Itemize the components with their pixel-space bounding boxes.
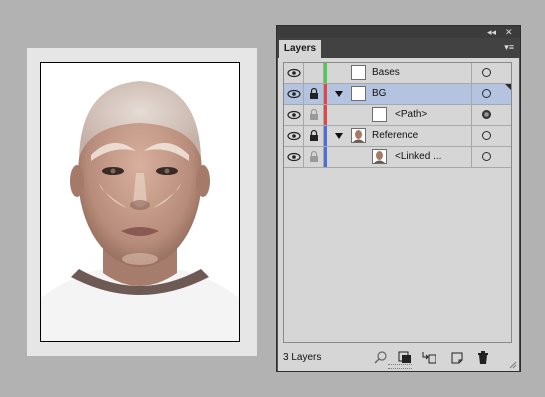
trash-icon[interactable] [476,351,490,364]
lock-icon [310,108,318,120]
target-circle-icon[interactable] [482,89,491,98]
layer-thumbnail [351,128,366,143]
target-circle-icon[interactable] [482,110,491,119]
panel-menu-icon[interactable]: ▾≡ [504,41,514,53]
close-icon[interactable]: ✕ [505,26,513,38]
layer-name[interactable]: <Linked ... [395,147,441,167]
layer-name[interactable]: <Path> [395,105,427,125]
layers-panel: ◂◂ ✕ Layers ▾≡ Bases BG <Path> Reference… [276,25,521,372]
target-column [471,105,511,125]
new-layer-icon[interactable] [450,351,464,364]
visibility-toggle[interactable] [284,105,304,125]
lock-toggle[interactable] [304,105,324,125]
visibility-toggle[interactable] [284,84,304,104]
target-circle-icon[interactable] [482,131,491,140]
layers-list: Bases BG <Path> Reference <Linked ... [283,62,512,343]
layer-count: 3 Layers [283,352,322,363]
face-thumbnail-icon [373,150,386,163]
layer-thumbnail [372,107,387,122]
layer-row-reference[interactable]: Reference [284,126,511,147]
target-column [471,147,511,167]
lock-toggle[interactable] [304,126,324,146]
artboard[interactable] [40,62,240,342]
selection-indicator-icon [505,84,511,90]
target-circle-icon[interactable] [482,152,491,161]
layer-row-linked[interactable]: <Linked ... [284,147,511,168]
layer-thumbnail [351,65,366,80]
lock-toggle[interactable] [304,147,324,167]
target-column [471,63,511,83]
face-thumbnail-icon [352,129,365,142]
tab-layers[interactable]: Layers [279,40,321,58]
panel-tab-row: Layers ▾≡ [277,38,520,58]
layer-color-bar [324,126,327,146]
layer-row-path[interactable]: <Path> [284,105,511,126]
eye-icon [287,152,301,162]
layer-row-bg[interactable]: BG [284,84,511,105]
layer-color-bar [324,84,327,104]
layer-row-bases[interactable]: Bases [284,63,511,84]
double-chevron-left-icon[interactable]: ◂◂ [487,26,496,38]
lock-icon [310,150,318,162]
expand-triangle-icon[interactable] [334,89,344,99]
create-sublayer-icon[interactable] [422,351,436,364]
locate-object-icon[interactable] [374,351,388,364]
visibility-toggle[interactable] [284,63,304,83]
resize-corner-icon[interactable] [509,361,517,369]
layer-thumbnail [351,86,366,101]
target-circle-icon[interactable] [482,68,491,77]
eye-icon [287,68,301,78]
visibility-toggle[interactable] [284,147,304,167]
visibility-toggle[interactable] [284,126,304,146]
target-column [471,126,511,146]
lock-icon [310,87,318,99]
layer-color-bar [324,63,327,83]
eye-icon [287,110,301,120]
lock-toggle[interactable] [304,84,324,104]
eye-icon [287,89,301,99]
expand-triangle-icon[interactable] [334,131,344,141]
layer-name[interactable]: Reference [372,126,418,146]
layer-color-bar [324,147,327,167]
eye-icon [287,131,301,141]
panel-title-bar[interactable]: ◂◂ ✕ [277,26,520,38]
panel-body: Bases BG <Path> Reference <Linked ... 3 … [278,58,519,371]
layer-name[interactable]: Bases [372,63,400,83]
make-clipping-mask-icon[interactable] [398,351,412,364]
lock-toggle[interactable] [304,63,324,83]
layer-color-bar [324,105,327,125]
layer-name[interactable]: BG [372,84,386,104]
layer-thumbnail [372,149,387,164]
lock-icon [310,129,318,141]
panel-resize-grip[interactable] [388,364,412,369]
face-reference-image [41,63,239,341]
